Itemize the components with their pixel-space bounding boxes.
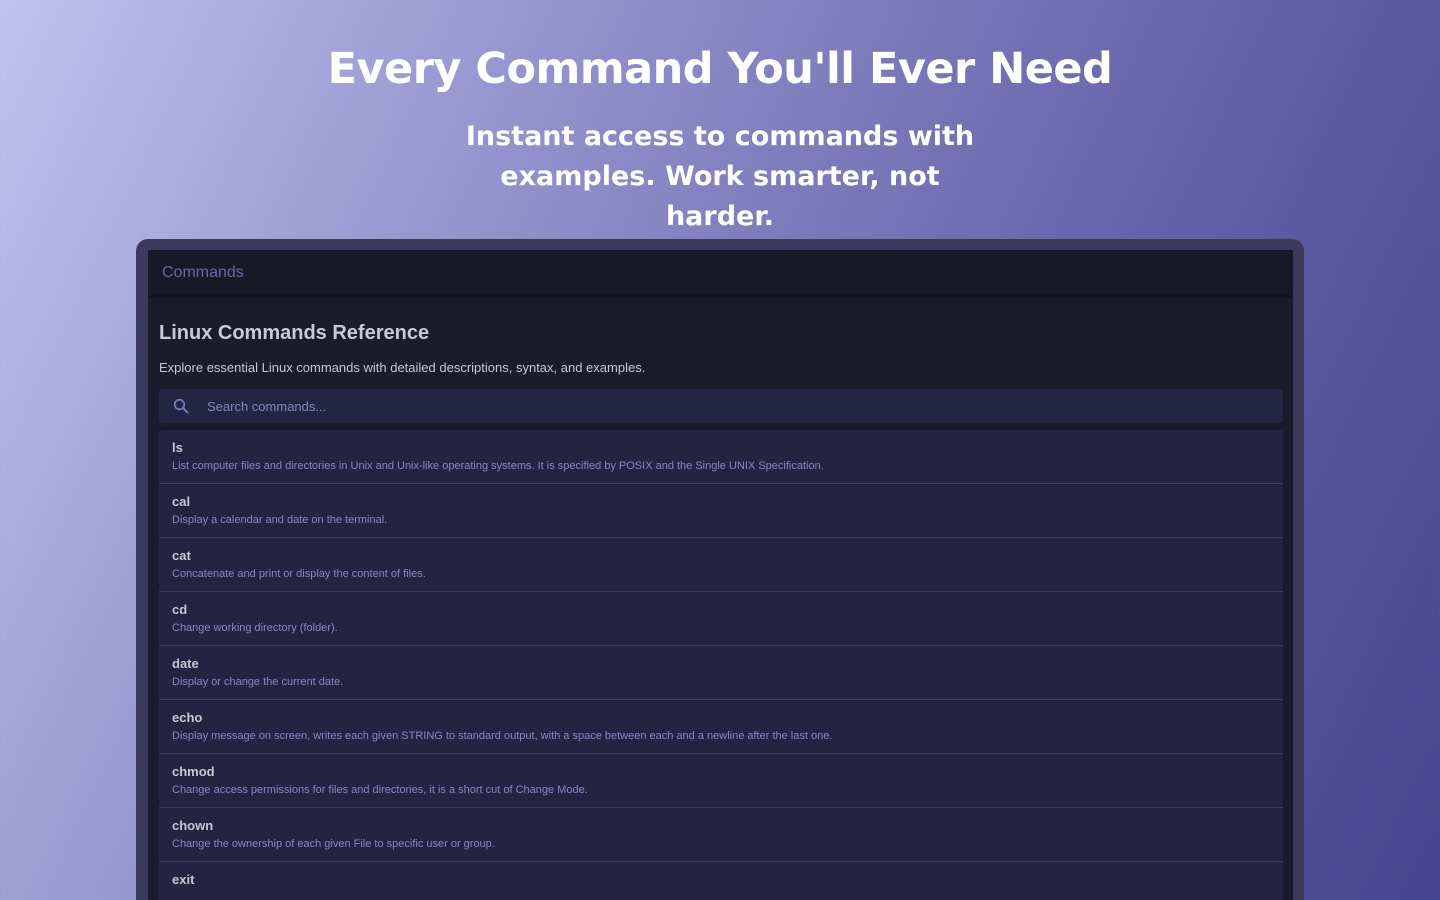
search-bar[interactable]	[159, 389, 1283, 423]
page-title: Linux Commands Reference	[159, 322, 430, 344]
command-item-chown[interactable]: chown Change the ownership of each given…	[159, 808, 1283, 862]
command-description: Display message on screen, writes each g…	[172, 730, 833, 742]
command-item-chmod[interactable]: chmod Change access permissions for file…	[159, 754, 1283, 808]
command-item-cal[interactable]: cal Display a calendar and date on the t…	[159, 484, 1283, 538]
command-name: cat	[172, 548, 191, 563]
command-description: Change the ownership of each given File …	[172, 838, 495, 850]
command-item-exit[interactable]: exit	[159, 862, 1283, 900]
navbar-title[interactable]: Commands	[162, 264, 244, 282]
search-icon	[173, 398, 189, 414]
command-name: ls	[172, 440, 183, 455]
command-name: cal	[172, 494, 191, 509]
command-item-cd[interactable]: cd Change working directory (folder).	[159, 592, 1283, 646]
command-name: echo	[172, 710, 203, 725]
hero-title: Every Command You'll Ever Need	[327, 44, 1113, 94]
command-name: chmod	[172, 764, 215, 779]
command-item-ls[interactable]: ls List computer files and directories i…	[159, 430, 1283, 484]
command-item-echo[interactable]: echo Display message on screen, writes e…	[159, 700, 1283, 754]
hero-subtitle: Instant access to commands with examples…	[465, 121, 975, 232]
command-name: cd	[172, 602, 188, 617]
search-input[interactable]	[205, 397, 1209, 415]
app-window: Commands Linux Commands Reference Explor…	[148, 250, 1293, 900]
command-list: ls List computer files and directories i…	[159, 430, 1283, 900]
command-item-date[interactable]: date Display or change the current date.	[159, 646, 1283, 700]
command-name: date	[172, 656, 199, 671]
command-description: Display a calendar and date on the termi…	[172, 514, 388, 526]
command-description: Change access permissions for files and …	[172, 784, 588, 796]
command-description: Change working directory (folder).	[172, 622, 338, 634]
command-name: chown	[172, 818, 214, 833]
command-item-cat[interactable]: cat Concatenate and print or display the…	[159, 538, 1283, 592]
page-description: Explore essential Linux commands with de…	[159, 360, 646, 375]
command-description: Display or change the current date.	[172, 676, 344, 688]
navbar: Commands	[148, 250, 1293, 298]
command-name: exit	[172, 872, 195, 887]
command-description: Concatenate and print or display the con…	[172, 568, 426, 580]
command-description: List computer files and directories in U…	[172, 460, 824, 472]
